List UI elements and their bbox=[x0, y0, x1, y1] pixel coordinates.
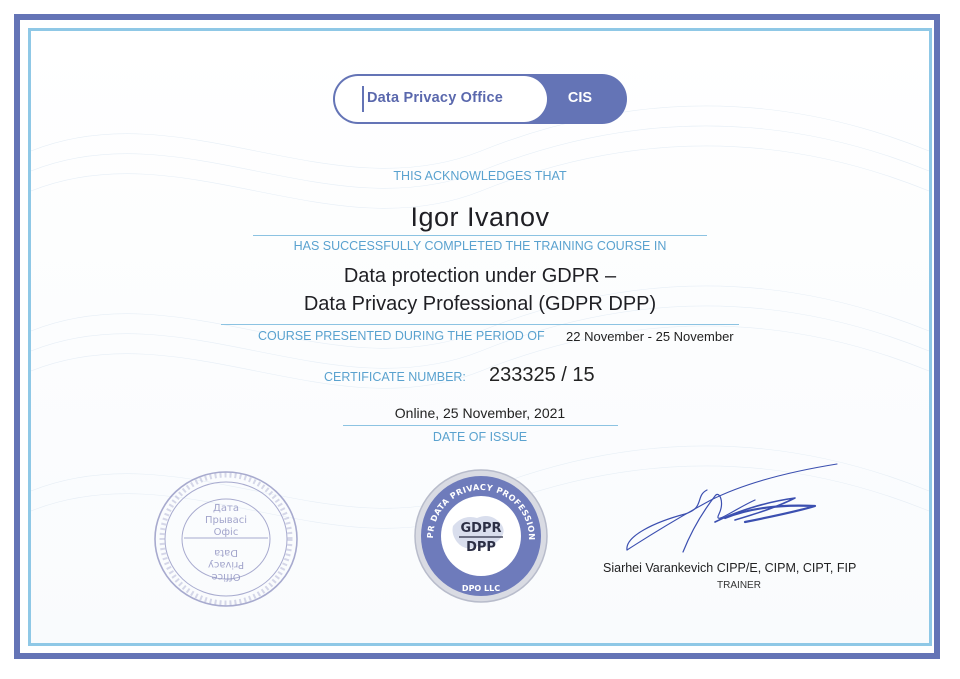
svg-text:Прывасі: Прывасі bbox=[205, 514, 247, 526]
badge-bottom-text: DPO LLC bbox=[462, 584, 500, 593]
svg-text:Office: Office bbox=[211, 571, 240, 582]
logo-bar bbox=[362, 86, 364, 112]
svg-text:Офіс: Офіс bbox=[214, 526, 239, 538]
certificate-number-label: CERTIFICATE NUMBER: bbox=[324, 370, 466, 384]
svg-text:Privacy: Privacy bbox=[208, 559, 244, 570]
trainer-signature bbox=[626, 463, 838, 553]
course-title-line2: Data Privacy Professional (GDPR DPP) bbox=[303, 293, 657, 315]
trainer-role: TRAINER bbox=[717, 580, 761, 591]
acknowledges-label: THIS ACKNOWLEDGES THAT bbox=[393, 169, 567, 183]
logo-region: CIS bbox=[567, 90, 593, 106]
issue-date-underline bbox=[343, 425, 618, 426]
name-underline bbox=[253, 235, 707, 236]
issue-date-label: DATE OF ISSUE bbox=[432, 430, 528, 444]
official-seal-stamp: Дата Прывасі Офіс Office Privacy Data bbox=[154, 471, 298, 607]
svg-text:Data: Data bbox=[214, 547, 238, 558]
trainer-name: Siarhei Varankevich CIPP/E, CIPM, CIPT, … bbox=[603, 561, 857, 575]
course-underline bbox=[221, 324, 739, 325]
completed-label: HAS SUCCESSFULLY COMPLETED THE TRAINING … bbox=[293, 239, 667, 253]
logo-name: Data Privacy Office bbox=[367, 90, 503, 106]
issue-date-value: Online, 25 November, 2021 bbox=[394, 405, 566, 421]
badge-line2: DPP bbox=[466, 540, 496, 555]
gdpr-dpp-badge: GDPR DATA PRIVACY PROFESSIONAL GDPR DPP … bbox=[413, 468, 548, 603]
period-value: 22 November - 25 November bbox=[566, 329, 734, 344]
recipient-name: Igor Ivanov bbox=[410, 202, 550, 232]
course-title-line1: Data protection under GDPR – bbox=[343, 265, 617, 287]
svg-text:Дата: Дата bbox=[213, 503, 239, 514]
period-label: COURSE PRESENTED DURING THE PERIOD OF bbox=[258, 329, 545, 343]
certificate-number-value: 233325 / 15 bbox=[489, 364, 595, 386]
badge-line1: GDPR bbox=[461, 521, 502, 536]
